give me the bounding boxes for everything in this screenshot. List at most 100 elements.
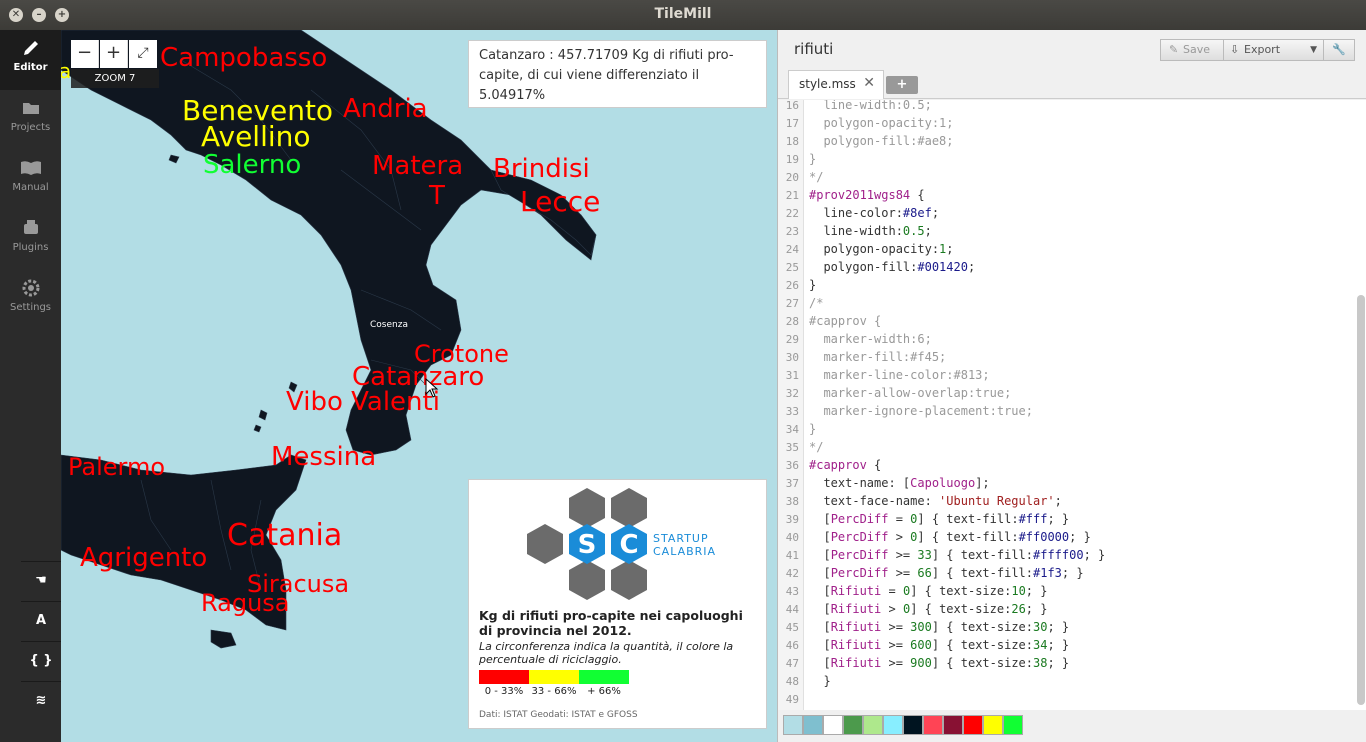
code-line[interactable]: 25 polygon-fill:#001420; — [778, 258, 975, 276]
code-line[interactable]: 48 } — [778, 672, 831, 690]
code-text: */ — [809, 170, 824, 184]
sidebar-item-manual[interactable]: Manual — [0, 150, 61, 210]
code-text: [Rifiuti >= 600] { text-size:34; } — [809, 638, 1070, 652]
code-line[interactable]: 19} — [778, 150, 816, 168]
palette-swatch[interactable] — [1003, 715, 1023, 735]
pan-tool-icon[interactable]: ☚ — [21, 561, 61, 599]
sidebar-item-label: Manual — [12, 182, 49, 193]
layers-icon[interactable]: ≋ — [21, 681, 61, 719]
code-line[interactable]: 17 polygon-opacity:1; — [778, 114, 954, 132]
book-icon — [20, 161, 41, 175]
code-line[interactable]: 46 [Rifiuti >= 600] { text-size:34; } — [778, 636, 1069, 654]
line-number: 16 — [785, 100, 799, 112]
line-number: 25 — [785, 261, 799, 274]
code-line[interactable]: 49 — [778, 690, 799, 708]
code-line[interactable]: 45 [Rifiuti >= 300] { text-size:30; } — [778, 618, 1069, 636]
code-line[interactable]: 27 /* — [778, 294, 824, 312]
code-line[interactable]: 44 [Rifiuti > 0] { text-size:26; } — [778, 600, 1048, 618]
palette-swatch[interactable] — [943, 715, 963, 735]
map-label: Avellino — [201, 120, 311, 153]
map-legend: S C STARTUP CALABRIA Kg di rifiuti pro-c… — [468, 479, 767, 729]
line-number: 18 — [785, 135, 799, 148]
logo-text-calabria: CALABRIA — [653, 545, 716, 558]
code-line[interactable]: 32 marker-allow-overlap:true; — [778, 384, 1012, 402]
code-line[interactable]: 30 marker-fill:#f45; — [778, 348, 947, 366]
startup-calabria-logo: S C STARTUP CALABRIA — [527, 488, 716, 600]
code-line[interactable]: 26} — [778, 276, 816, 294]
code-line[interactable]: 47 [Rifiuti >= 900] { text-size:38; } — [778, 654, 1069, 672]
code-text: [Rifiuti >= 900] { text-size:38; } — [809, 656, 1070, 670]
legend-color-yellow — [529, 670, 579, 684]
zoom-in-button[interactable]: + — [100, 40, 128, 68]
code-text: polygon-opacity:1; — [809, 242, 954, 256]
palette-swatch[interactable] — [903, 715, 923, 735]
palette-swatch[interactable] — [823, 715, 843, 735]
palette-swatch[interactable] — [883, 715, 903, 735]
code-line[interactable]: 40 [PercDiff > 0] { text-fill:#ff0000; } — [778, 528, 1091, 546]
font-tool-icon[interactable]: A — [21, 601, 61, 639]
sidebar-item-settings[interactable]: Settings — [0, 270, 61, 330]
code-line[interactable]: 22 line-color:#8ef; — [778, 204, 939, 222]
sidebar-item-plugins[interactable]: Plugins — [0, 210, 61, 270]
code-line[interactable]: 34} — [778, 420, 816, 438]
code-line[interactable]: 38 text-face-name: 'Ubuntu Regular'; — [778, 492, 1062, 510]
editor-scrollbar[interactable] — [1357, 295, 1365, 705]
line-number: 40 — [785, 531, 799, 544]
map-label: Ragusa — [201, 589, 290, 617]
palette-swatch[interactable] — [983, 715, 1003, 735]
code-line[interactable]: 35 */ — [778, 438, 824, 456]
line-number: 49 — [785, 693, 799, 706]
code-line[interactable]: 23 line-width:0.5; — [778, 222, 932, 240]
gear-icon — [22, 279, 39, 297]
line-number: 17 — [785, 117, 799, 130]
code-line[interactable]: 39 [PercDiff = 0] { text-fill:#fff; } — [778, 510, 1069, 528]
palette-swatch[interactable] — [803, 715, 823, 735]
settings-wrench-button[interactable]: 🔧 — [1323, 39, 1355, 61]
palette-swatch[interactable] — [783, 715, 803, 735]
code-line[interactable]: 31 marker-line-color:#813; — [778, 366, 990, 384]
map-view[interactable]: a Campobasso Benevento Avellino Salerno … — [61, 30, 777, 742]
line-number: 22 — [785, 207, 799, 220]
chevron-down-icon: ▼ — [1310, 45, 1317, 55]
code-line[interactable]: 43 [Rifiuti = 0] { text-size:10; } — [778, 582, 1048, 600]
close-tab-icon[interactable]: ✕ — [863, 75, 875, 91]
code-line[interactable]: 24 polygon-opacity:1; — [778, 240, 954, 258]
code-line[interactable]: 41 [PercDiff >= 33] { text-fill:#ffff00;… — [778, 546, 1106, 564]
code-line[interactable]: 18 polygon-fill:#ae8; — [778, 132, 954, 150]
code-text: #prov2011wgs84 { — [809, 188, 925, 202]
sidebar-item-editor[interactable]: Editor — [0, 30, 61, 90]
map-label: Lecce — [520, 185, 601, 218]
code-line[interactable]: 16 line-width:0.5; — [778, 100, 932, 114]
code-line[interactable]: 29 marker-width:6; — [778, 330, 932, 348]
code-text: /* — [809, 296, 824, 310]
tab-style-mss[interactable]: style.mss ✕ — [788, 70, 884, 99]
code-line[interactable]: 37 text-name: [Capoluogo]; — [778, 474, 990, 492]
add-tab-button[interactable]: + — [886, 76, 918, 94]
line-number: 42 — [785, 567, 799, 580]
palette-swatch[interactable] — [843, 715, 863, 735]
code-line[interactable]: 21 #prov2011wgs84 { — [778, 186, 925, 204]
save-button[interactable]: ✎ Save — [1160, 39, 1224, 61]
palette-swatch[interactable] — [963, 715, 983, 735]
palette-swatch[interactable] — [863, 715, 883, 735]
code-line[interactable]: 36 #capprov { — [778, 456, 882, 474]
legend-subtitle: La circonferenza indica la quantità, il … — [479, 640, 734, 666]
carto-reference-icon[interactable]: { } — [21, 641, 61, 679]
project-title: rifiuti — [794, 40, 834, 58]
palette-swatch[interactable] — [923, 715, 943, 735]
code-line[interactable]: 33 marker-ignore-placement:true; — [778, 402, 1033, 420]
code-text: #capprov { — [809, 458, 882, 472]
map-label: Matera — [372, 151, 464, 181]
code-editor[interactable]: 16 line-width:0.5; 17 polygon-opacity:1; 1… — [778, 100, 1366, 710]
code-text: line-width:0.5; — [809, 100, 932, 112]
export-button[interactable]: ⇩ Export ▼ — [1223, 39, 1324, 61]
code-line[interactable]: 20 */ — [778, 168, 824, 186]
sidebar-item-projects[interactable]: Projects — [0, 90, 61, 150]
fullscreen-button[interactable]: ⤢ — [129, 40, 157, 68]
zoom-out-button[interactable]: − — [71, 40, 99, 68]
line-number: 29 — [785, 333, 799, 346]
logo-letter-s: S — [578, 530, 597, 560]
map-label: T — [429, 181, 445, 211]
code-line[interactable]: 42 [PercDiff >= 66] { text-fill:#1f3; } — [778, 564, 1084, 582]
code-line[interactable]: 28 #capprov { — [778, 312, 882, 330]
